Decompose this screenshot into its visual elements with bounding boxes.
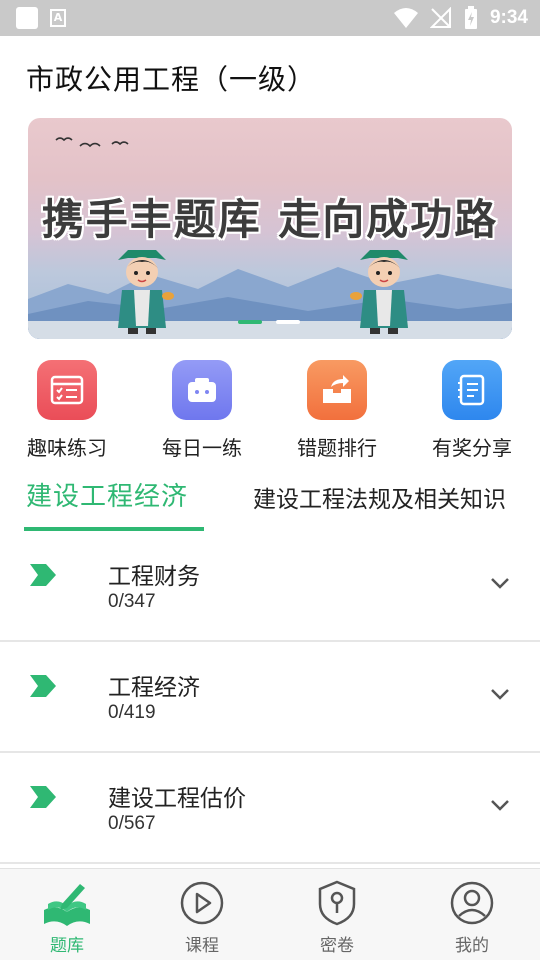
keyboard-icon: A: [50, 9, 66, 27]
battery-charging-icon: [464, 6, 477, 29]
nav-question-bank[interactable]: 题库: [22, 879, 112, 956]
nav-label: 课程: [185, 936, 219, 956]
nav-secure-papers[interactable]: 密卷: [292, 879, 382, 956]
quick-entry-label: 趣味练习: [27, 436, 107, 460]
quick-entry-share[interactable]: 有奖分享: [417, 360, 527, 461]
no-signal-icon: [429, 7, 451, 28]
ranking-icon: [307, 360, 367, 420]
user-icon: [450, 881, 494, 925]
list-item[interactable]: 建设工程估价 0/567: [0, 753, 540, 864]
share-icon: [442, 360, 502, 420]
wifi-icon: [393, 8, 418, 28]
banner-carousel[interactable]: 携手丰题库 走向成功路: [28, 118, 512, 339]
nav-label: 我的: [455, 936, 489, 956]
bottom-nav: 题库 课程 密卷 我的: [0, 868, 540, 960]
banner-mountains: [28, 267, 512, 339]
practice-icon: [37, 360, 97, 420]
nav-label: 密卷: [320, 936, 354, 956]
notification-icon: [16, 7, 38, 29]
chapter-list: 工程财务 0/347 工程经济 0/419 建设工程估价 0/567: [0, 531, 540, 864]
list-item[interactable]: 工程财务 0/347: [0, 531, 540, 642]
nav-label: 题库: [50, 936, 84, 956]
chevron-down-icon[interactable]: [490, 687, 510, 701]
quick-entry-label: 错题排行: [297, 436, 377, 460]
status-time: 9:34: [489, 7, 528, 28]
chapter-flag-icon: [30, 675, 56, 697]
banner-slogan: 携手丰题库 走向成功路: [41, 195, 499, 244]
quick-entry-practice[interactable]: 趣味练习: [12, 360, 122, 461]
tab-construction-economics[interactable]: 建设工程经济: [26, 476, 188, 513]
banner-dot-active[interactable]: [238, 320, 262, 324]
scholar-figure-left: [118, 250, 174, 334]
play-icon: [180, 881, 224, 925]
scholar-figure-right: [350, 250, 408, 334]
quick-entry-label: 有奖分享: [432, 436, 512, 460]
chapter-title: 工程财务: [108, 564, 200, 590]
banner-dot[interactable]: [276, 320, 300, 324]
chapter-progress: 0/419: [108, 702, 156, 723]
quick-entry-ranking[interactable]: 错题排行: [282, 360, 392, 461]
quick-entries: 趣味练习 每日一练 错题排行 有奖分享: [0, 360, 540, 460]
banner-indicator: [238, 320, 300, 324]
chapter-title: 工程经济: [108, 675, 200, 701]
chapter-flag-icon: [30, 564, 56, 586]
nav-profile[interactable]: 我的: [427, 879, 517, 956]
status-bar: A 9:34: [0, 0, 540, 36]
tab-construction-regulations[interactable]: 建设工程法规及相关知识: [253, 480, 506, 514]
quick-entry-daily[interactable]: 每日一练: [147, 360, 257, 461]
birds-icon: [55, 137, 129, 148]
question-bank-icon: [44, 884, 90, 926]
chevron-down-icon[interactable]: [490, 576, 510, 590]
subject-tabs: 建设工程经济 建设工程法规及相关知识: [0, 470, 540, 532]
secure-paper-icon: [318, 880, 356, 926]
chapter-progress: 0/347: [108, 591, 156, 612]
page-title: 市政公用工程（一级）: [26, 63, 317, 96]
quick-entry-label: 每日一练: [162, 436, 242, 460]
chapter-flag-icon: [30, 786, 56, 808]
nav-courses[interactable]: 课程: [157, 879, 247, 956]
chevron-down-icon[interactable]: [490, 798, 510, 812]
list-item[interactable]: 工程经济 0/419: [0, 642, 540, 753]
daily-icon: [172, 360, 232, 420]
chapter-title: 建设工程估价: [108, 786, 246, 812]
chapter-progress: 0/567: [108, 813, 156, 834]
